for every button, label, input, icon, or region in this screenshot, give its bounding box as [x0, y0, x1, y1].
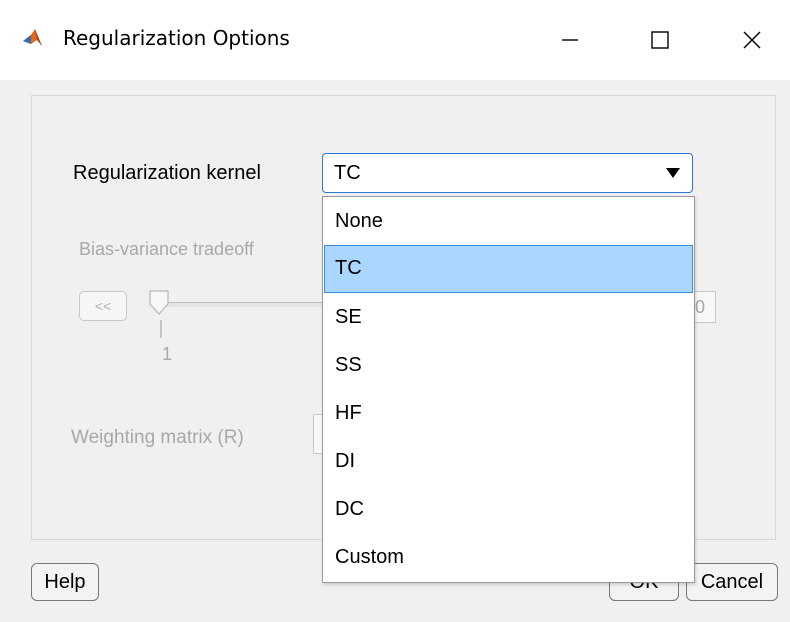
slider-tick [160, 320, 162, 338]
regularization-options-dialog: Regularization Options Regularization ke… [0, 0, 790, 622]
kernel-option-se[interactable]: SE [323, 293, 694, 341]
slider-prev-button[interactable]: << [79, 291, 127, 321]
kernel-option-tc[interactable]: TC [324, 245, 693, 293]
help-button[interactable]: Help [31, 563, 99, 601]
kernel-option-di[interactable]: DI [323, 437, 694, 485]
matlab-icon [23, 29, 42, 46]
window-title: Regularization Options [63, 26, 290, 50]
kernel-option-dc[interactable]: DC [323, 485, 694, 533]
kernel-options-list: None TC SE SS HF DI DC Custom [322, 196, 695, 583]
dropdown-arrow-icon [666, 168, 680, 178]
kernel-option-hf[interactable]: HF [323, 389, 694, 437]
close-icon [743, 31, 761, 49]
bias-variance-label: Bias-variance tradeoff [79, 239, 254, 259]
slider-min-label: 1 [162, 344, 173, 364]
kernel-dropdown[interactable]: TC [322, 153, 693, 193]
slider-track[interactable] [162, 302, 322, 307]
minimize-icon [562, 39, 578, 41]
maximize-icon [651, 31, 669, 49]
kernel-option-custom[interactable]: Custom [323, 533, 694, 581]
minimize-button[interactable] [530, 0, 610, 80]
kernel-option-none[interactable]: None [323, 197, 694, 245]
weighting-matrix-label: Weighting matrix (R) [71, 427, 244, 448]
cancel-button[interactable]: Cancel [686, 563, 778, 601]
kernel-label: Regularization kernel [73, 162, 261, 184]
title-bar[interactable]: Regularization Options [0, 0, 790, 80]
kernel-option-ss[interactable]: SS [323, 341, 694, 389]
kernel-selected-value: TC [334, 162, 361, 184]
slider-value-text: 0 [695, 297, 706, 317]
maximize-button[interactable] [620, 0, 700, 80]
close-button[interactable] [712, 0, 790, 80]
slider-thumb[interactable] [148, 289, 172, 317]
